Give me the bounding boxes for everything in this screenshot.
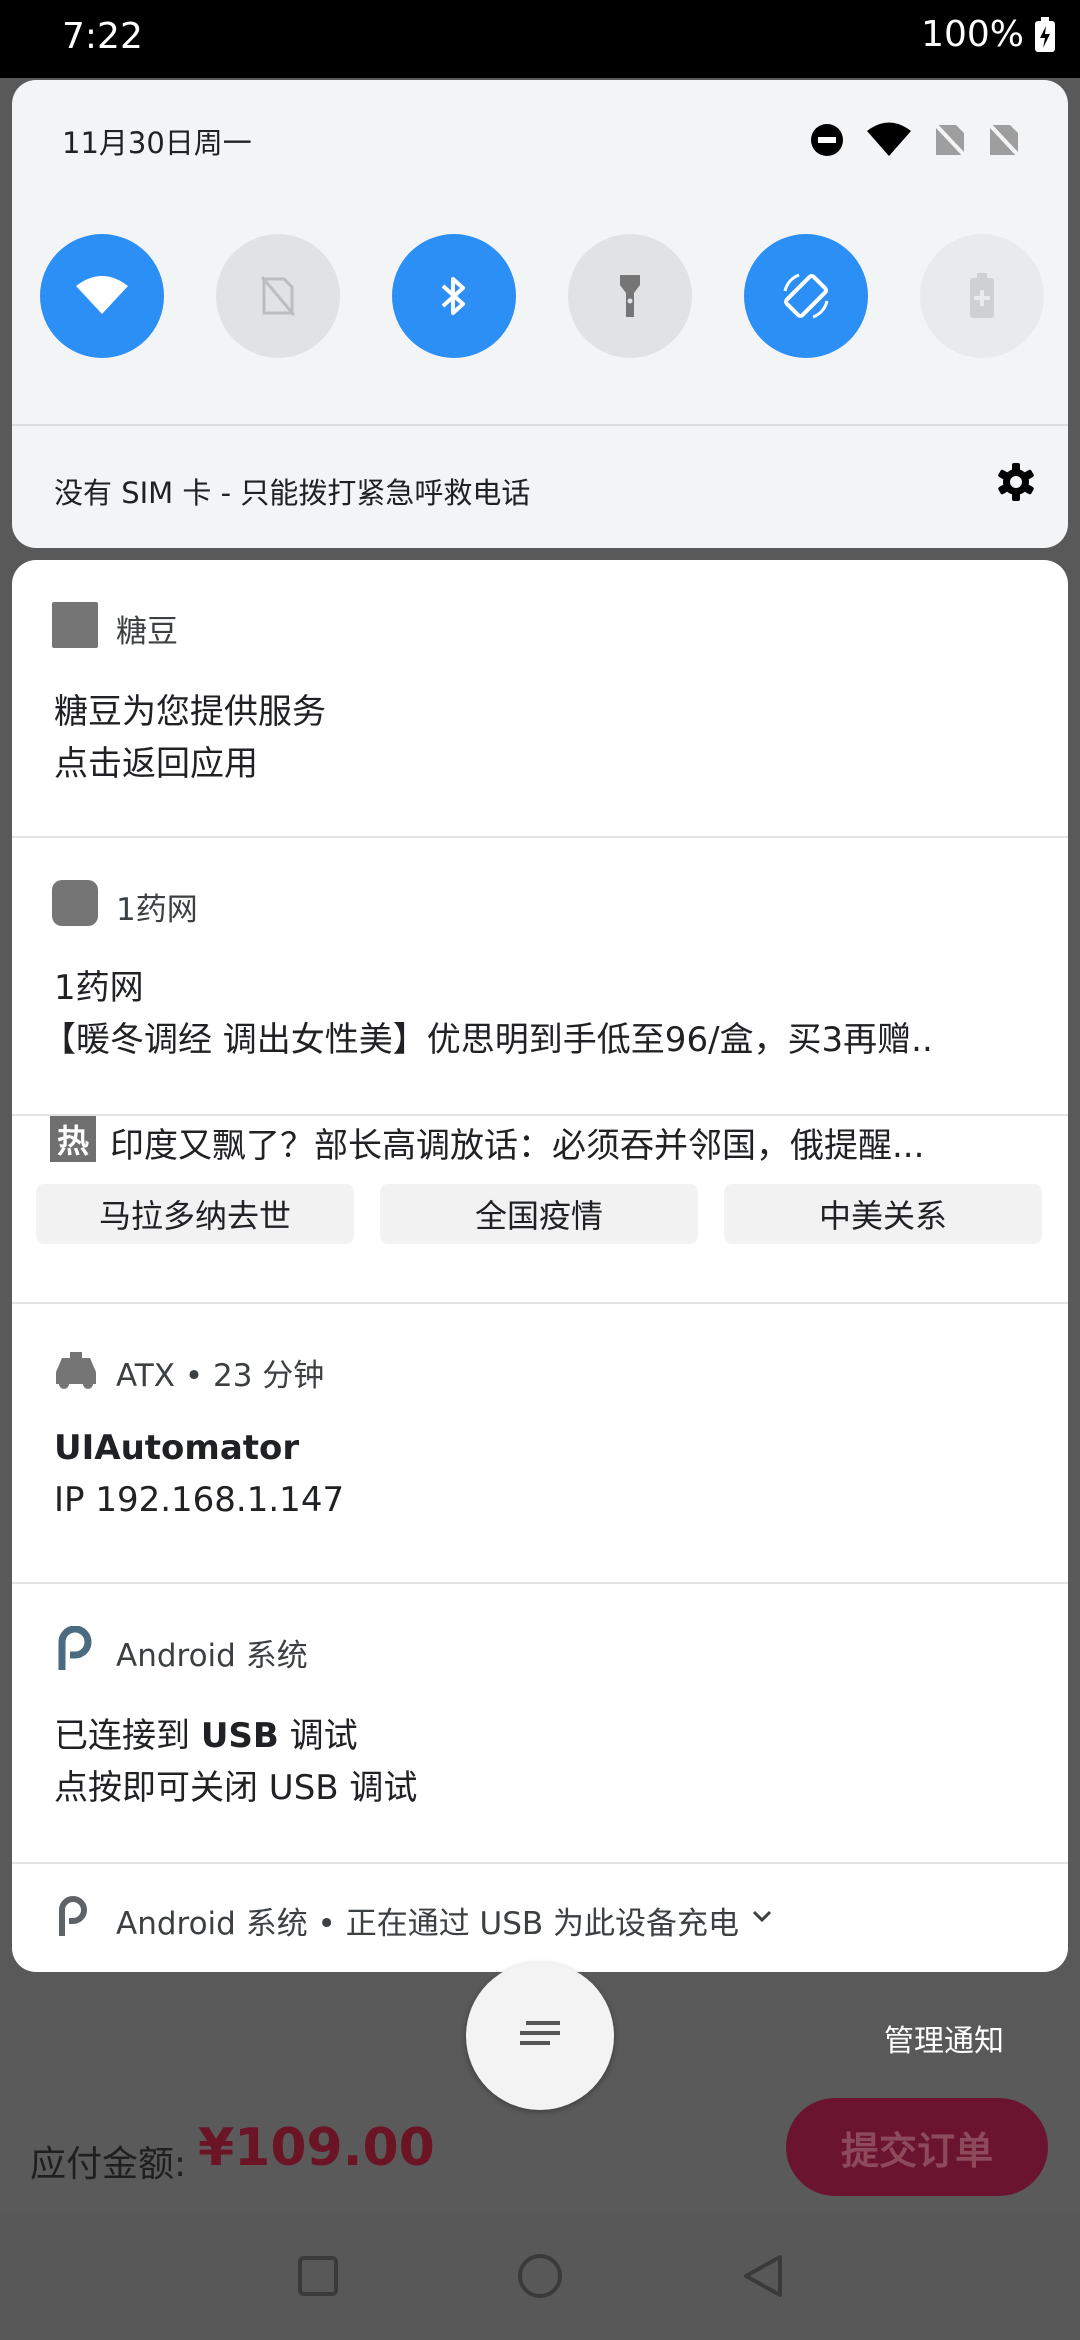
yaowang-text: 【暖冬调经 调出女性美】优思明到手低至96/盒，买3再赠.. [42, 1020, 933, 1060]
notification-atx[interactable]: ATX • 23 分钟 UIAutomator IP 192.168.1.147 [12, 1304, 1068, 1582]
notification-handle-button[interactable] [466, 1962, 614, 2110]
usb-charge-text: Android 系统 • 正在通过 USB 为此设备充电 [116, 1906, 740, 1942]
usb-debug-title-suffix: 调试 [278, 1716, 358, 1756]
notification-tangdou[interactable]: 糖豆 糖豆为您提供服务 点击返回应用 [12, 560, 1068, 836]
wifi-tile[interactable] [40, 234, 164, 358]
qs-divider [12, 424, 1068, 426]
recents-icon [298, 2256, 338, 2296]
qs-system-icons [810, 122, 1020, 158]
menu-lines-icon [520, 2021, 560, 2045]
yaowang-app-name: 1药网 [116, 892, 198, 928]
home-button[interactable] [508, 2244, 572, 2308]
battery-indicator: 100% [921, 14, 1056, 55]
yaowang-app-icon [52, 880, 98, 926]
recents-button[interactable] [286, 2244, 350, 2308]
no-sim-icon-1 [934, 123, 966, 157]
navigation-bar [0, 2212, 1080, 2340]
tangdou-text: 点击返回应用 [54, 744, 258, 784]
no-sim-icon-2 [988, 123, 1020, 157]
notification-list: 糖豆 糖豆为您提供服务 点击返回应用 1药网 1药网 【暖冬调经 调出女性美】优… [12, 560, 1068, 1972]
wifi-status-icon [867, 122, 911, 156]
back-button[interactable] [730, 2244, 794, 2308]
submit-order-button[interactable]: 提交订单 [786, 2098, 1048, 2196]
battery-percent: 100% [921, 14, 1024, 55]
news-chip-1[interactable]: 马拉多纳去世 [36, 1184, 354, 1244]
atx-app-name: ATX • 23 分钟 [116, 1358, 325, 1394]
chevron-down-icon[interactable] [752, 1910, 772, 1924]
news-chips: 马拉多纳去世 全国疫情 中美关系 [36, 1184, 1056, 1244]
status-time: 7:22 [62, 16, 143, 57]
news-headline: 印度又飘了？部长高调放话：必须吞并邻国，俄提醒... [110, 1126, 925, 1166]
back-icon [744, 2255, 782, 2297]
battery-charging-icon [1035, 16, 1055, 52]
flashlight-tile[interactable] [568, 234, 692, 358]
do-not-disturb-icon [811, 124, 843, 156]
notification-usb-charge[interactable]: Android 系统 • 正在通过 USB 为此设备充电 [12, 1864, 1068, 1972]
news-chip-2[interactable]: 全国疫情 [380, 1184, 698, 1244]
qs-date[interactable]: 11月30日周一 [62, 120, 252, 162]
manage-notifications-button[interactable]: 管理通知 [884, 2016, 1004, 2060]
tangdou-app-name: 糖豆 [116, 614, 178, 650]
bluetooth-icon [441, 277, 465, 315]
usb-debug-title-prefix: 已连接到 [54, 1716, 201, 1756]
home-icon [518, 2254, 562, 2298]
flashlight-icon [620, 275, 640, 317]
notification-yaowang[interactable]: 1药网 1药网 【暖冬调经 调出女性美】优思明到手低至96/盒，买3再赠.. [12, 838, 1068, 1114]
usb-debug-title-bold: USB [200, 1716, 279, 1756]
atx-car-icon [56, 1352, 96, 1389]
hot-badge: 热 [50, 1116, 96, 1162]
notification-usb-debug[interactable]: Android 系统 已连接到 USB 调试 点按即可关闭 USB 调试 [12, 1584, 1068, 1862]
status-bar: 7:22 100% [0, 0, 1080, 78]
amount-value: ¥109.00 [198, 2118, 435, 2178]
amount-label: 应付金额: [30, 2144, 187, 2185]
battery-saver-icon [970, 273, 994, 318]
usb-debug-app-name: Android 系统 [116, 1638, 308, 1674]
mobile-data-tile[interactable] [216, 234, 340, 358]
wifi-icon [76, 276, 128, 314]
yaowang-title: 1药网 [54, 968, 144, 1008]
auto-rotate-icon [783, 273, 829, 319]
notification-news[interactable]: 热 印度又飘了？部长高调放话：必须吞并邻国，俄提醒... 马拉多纳去世 全国疫情… [12, 1116, 1068, 1302]
quick-settings-panel: 11月30日周一 没有 SIM 卡 - 只能拨打紧急呼救电话 [12, 80, 1068, 548]
qs-tiles-row [40, 234, 1044, 358]
android-system-p-icon-blue [58, 1626, 92, 1670]
settings-gear-icon[interactable] [996, 462, 1036, 502]
sim-status-text: 没有 SIM 卡 - 只能拨打紧急呼救电话 [54, 476, 531, 510]
android-system-p-icon-gray [59, 1896, 87, 1936]
atx-text: IP 192.168.1.147 [54, 1480, 345, 1520]
tangdou-title: 糖豆为您提供服务 [54, 692, 326, 732]
usb-debug-title: 已连接到 USB 调试 [54, 1708, 358, 1757]
tangdou-app-icon [52, 602, 98, 648]
atx-title: UIAutomator [54, 1428, 300, 1468]
no-sim-tile-icon [260, 276, 296, 316]
usb-debug-text: 点按即可关闭 USB 调试 [54, 1768, 418, 1808]
auto-rotate-tile[interactable] [744, 234, 868, 358]
news-chip-3[interactable]: 中美关系 [724, 1184, 1042, 1244]
battery-saver-tile[interactable] [920, 234, 1044, 358]
bluetooth-tile[interactable] [392, 234, 516, 358]
